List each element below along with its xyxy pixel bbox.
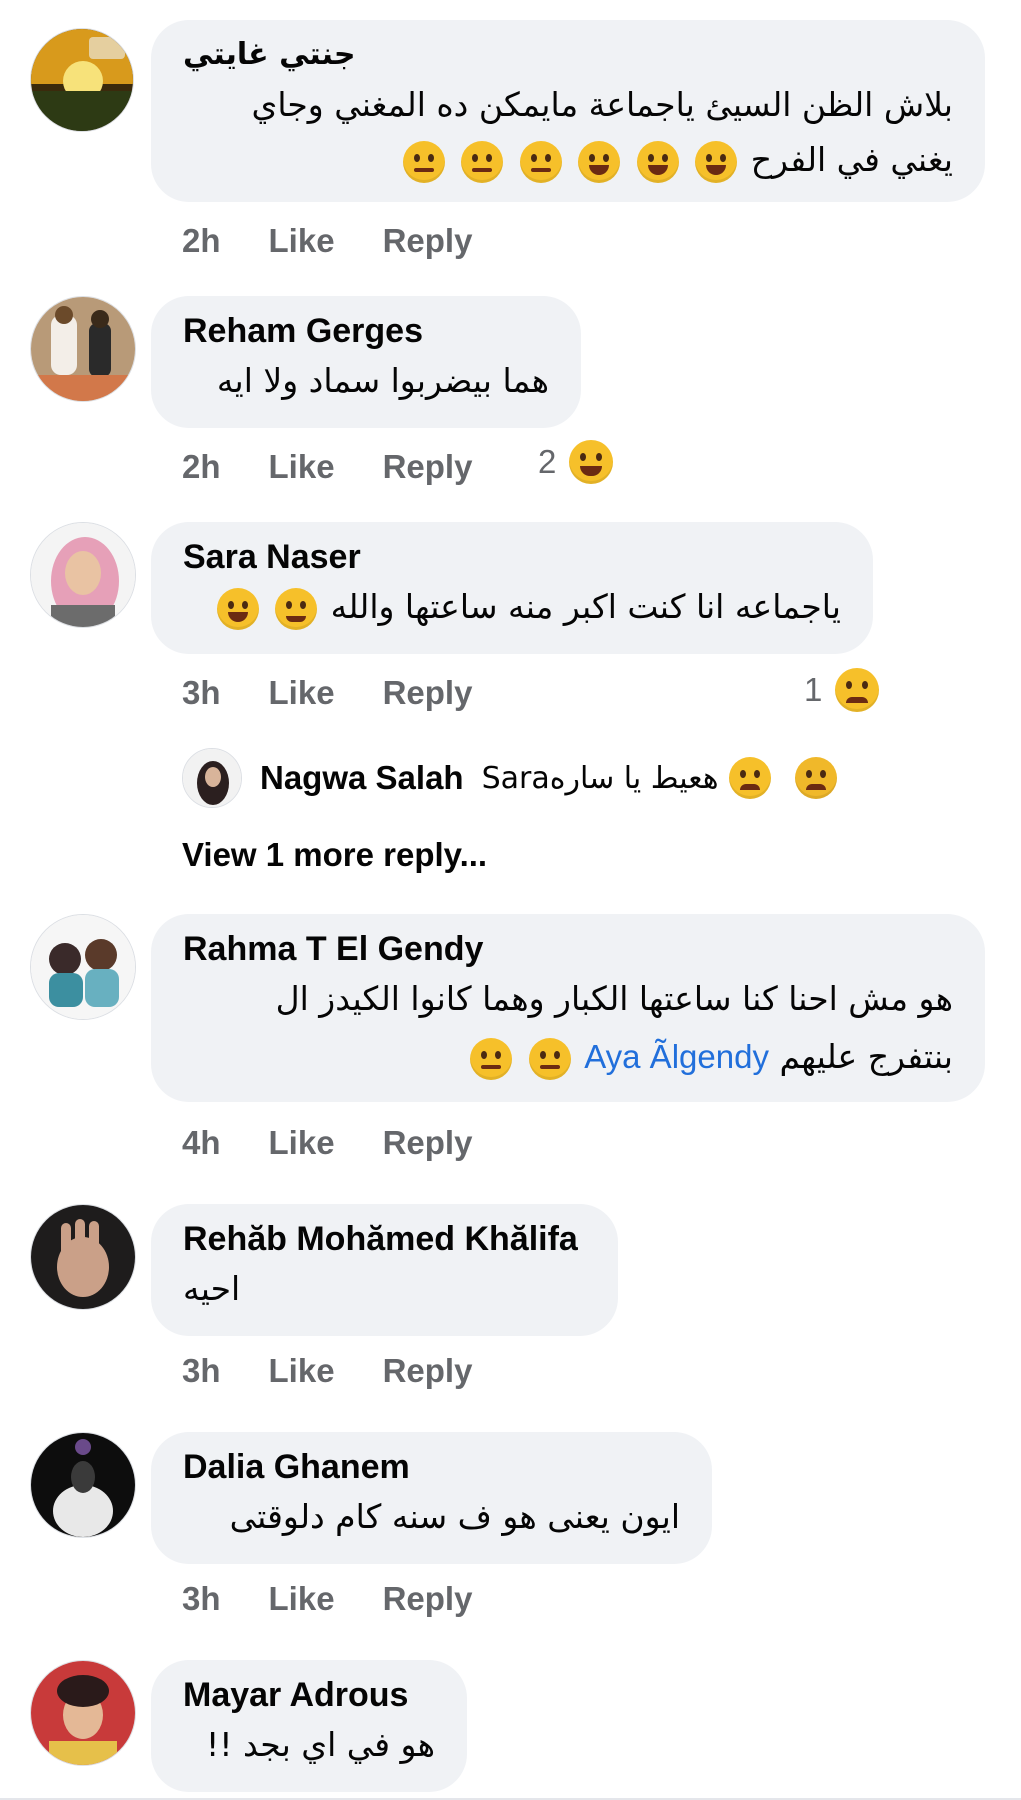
reaction-count: 1 [804, 671, 823, 708]
comment-text: بنتفرج عليهم [779, 1037, 953, 1076]
reply-button[interactable]: Reply [383, 674, 473, 712]
comment-actions: 3h Like Reply [182, 674, 472, 712]
like-button[interactable]: Like [269, 1352, 335, 1390]
thinking-emoji [519, 140, 562, 183]
comment-author[interactable]: Rahma T El Gendy [183, 928, 953, 970]
comment-time[interactable]: 3h [182, 1352, 221, 1390]
comment-time[interactable]: 2h [182, 222, 221, 260]
comment-bubble[interactable]: جنتي غايتي بلاش الظن السيئ ياجماعة مايمك… [151, 20, 985, 202]
reply-text: Saraهعيط يا ساره [481, 760, 719, 796]
mention-link[interactable]: Aya Ãlgendy [584, 1028, 769, 1086]
laughing-emoji [636, 140, 679, 183]
avatar[interactable] [30, 1432, 136, 1538]
reaction-count: 2 [538, 443, 557, 480]
comment-author[interactable]: Mayar Adrous [183, 1674, 435, 1716]
reply-button[interactable]: Reply [383, 1580, 473, 1618]
eye-roll-emoji [528, 1037, 571, 1080]
comment-author[interactable]: Reham Gerges [183, 310, 549, 352]
comment-text: ياجماعه انا كنت اكبر منه ساعتها والله [330, 587, 841, 626]
comment-author[interactable]: Rehăb Mohămed Khălifa [183, 1218, 586, 1260]
avatar-image [31, 1205, 135, 1309]
comment-time[interactable]: 2h [182, 448, 221, 486]
comment-actions: 2h Like Reply [182, 448, 472, 486]
eye-roll-emoji [402, 140, 445, 183]
reply-button[interactable]: Reply [383, 1352, 473, 1390]
avatar-image [31, 1661, 135, 1765]
thinking-emoji [461, 140, 504, 183]
haha-reaction-icon [569, 440, 614, 484]
comment-text-line: ياجماعه انا كنت اكبر منه ساعتها والله [183, 578, 841, 636]
comment-bubble[interactable]: Rahma T El Gendy هو مش احنا كنا ساعتها ا… [151, 914, 985, 1102]
like-button[interactable]: Like [269, 222, 335, 260]
avatar[interactable] [30, 914, 136, 1020]
comment-bubble[interactable]: Rehăb Mohămed Khălifa احيه [151, 1204, 618, 1336]
reply-avatar[interactable] [182, 748, 242, 808]
comment-bubble[interactable]: Mayar Adrous هو في اي بجد !! [151, 1660, 467, 1792]
reply-button[interactable]: Reply [383, 448, 473, 486]
comment-text: هما بيضربوا سماد ولا ايه [216, 361, 549, 400]
laughing-emoji [695, 140, 738, 183]
comment-text-line: بلاش الظن السيئ ياجماعة مايمكن ده المغني… [251, 85, 953, 124]
comment-time[interactable]: 4h [182, 1124, 221, 1162]
avatar[interactable] [30, 296, 136, 402]
like-button[interactable]: Like [269, 1580, 335, 1618]
laughing-emoji [578, 140, 621, 183]
avatar[interactable] [30, 522, 136, 628]
like-button[interactable]: Like [269, 1124, 335, 1162]
laughing-emoji [216, 587, 259, 630]
reaction-summary[interactable]: 1 [804, 668, 882, 712]
avatar-image [31, 1433, 135, 1537]
smiling-emoji [275, 587, 318, 630]
comment-time[interactable]: 3h [182, 1580, 221, 1618]
pleading-emoji [728, 757, 771, 799]
reply-author[interactable]: Nagwa Salah [260, 759, 464, 797]
reply-preview[interactable]: Nagwa Salah Saraهعيط يا ساره [182, 748, 840, 808]
comment-actions: 3h Like Reply [182, 1352, 472, 1390]
avatar[interactable] [30, 1204, 136, 1310]
like-button[interactable]: Like [269, 674, 335, 712]
comment-author[interactable]: جنتي غايتي [183, 34, 953, 76]
avatar-image [31, 523, 135, 627]
avatar-image [183, 749, 241, 807]
comment-text: يغني في الفرح [750, 140, 953, 179]
avatar-image [31, 297, 135, 401]
comment-text: احيه [183, 1269, 241, 1308]
avatar[interactable] [30, 28, 134, 132]
view-more-replies-link[interactable]: View 1 more reply... [182, 836, 487, 874]
avatar-image [31, 29, 133, 131]
comment-bubble[interactable]: Sara Naser ياجماعه انا كنت اكبر منه ساعت… [151, 522, 873, 654]
comment-text: هو في اي بجد !! [206, 1725, 435, 1764]
reply-button[interactable]: Reply [383, 222, 473, 260]
comment-bubble[interactable]: Dalia Ghanem ايون يعنى هو ف سنه كام دلوق… [151, 1432, 712, 1564]
reply-button[interactable]: Reply [383, 1124, 473, 1162]
comment-time[interactable]: 3h [182, 674, 221, 712]
avatar[interactable] [30, 1660, 136, 1766]
crying-emoji [794, 757, 837, 799]
comment-bubble[interactable]: Reham Gerges هما بيضربوا سماد ولا ايه [151, 296, 581, 428]
sad-reaction-icon [835, 668, 880, 712]
comment-author[interactable]: Dalia Ghanem [183, 1446, 680, 1488]
comment-actions: 2h Like Reply [182, 222, 472, 260]
comment-text-line: بنتفرج عليهم Aya Ãlgendy [183, 1028, 953, 1086]
eye-roll-emoji [470, 1037, 513, 1080]
comment-text-line: يغني في الفرح [183, 134, 953, 186]
comment-text: ايون يعنى هو ف سنه كام دلوقتى [229, 1497, 680, 1536]
comment-author[interactable]: Sara Naser [183, 536, 841, 578]
comment-actions: 4h Like Reply [182, 1124, 472, 1162]
like-button[interactable]: Like [269, 448, 335, 486]
reaction-summary[interactable]: 2 [538, 440, 616, 484]
comment-text-line: هو مش احنا كنا ساعتها الكبار وهما كانوا … [275, 979, 953, 1018]
comment-actions: 3h Like Reply [182, 1580, 472, 1618]
avatar-image [31, 915, 135, 1019]
